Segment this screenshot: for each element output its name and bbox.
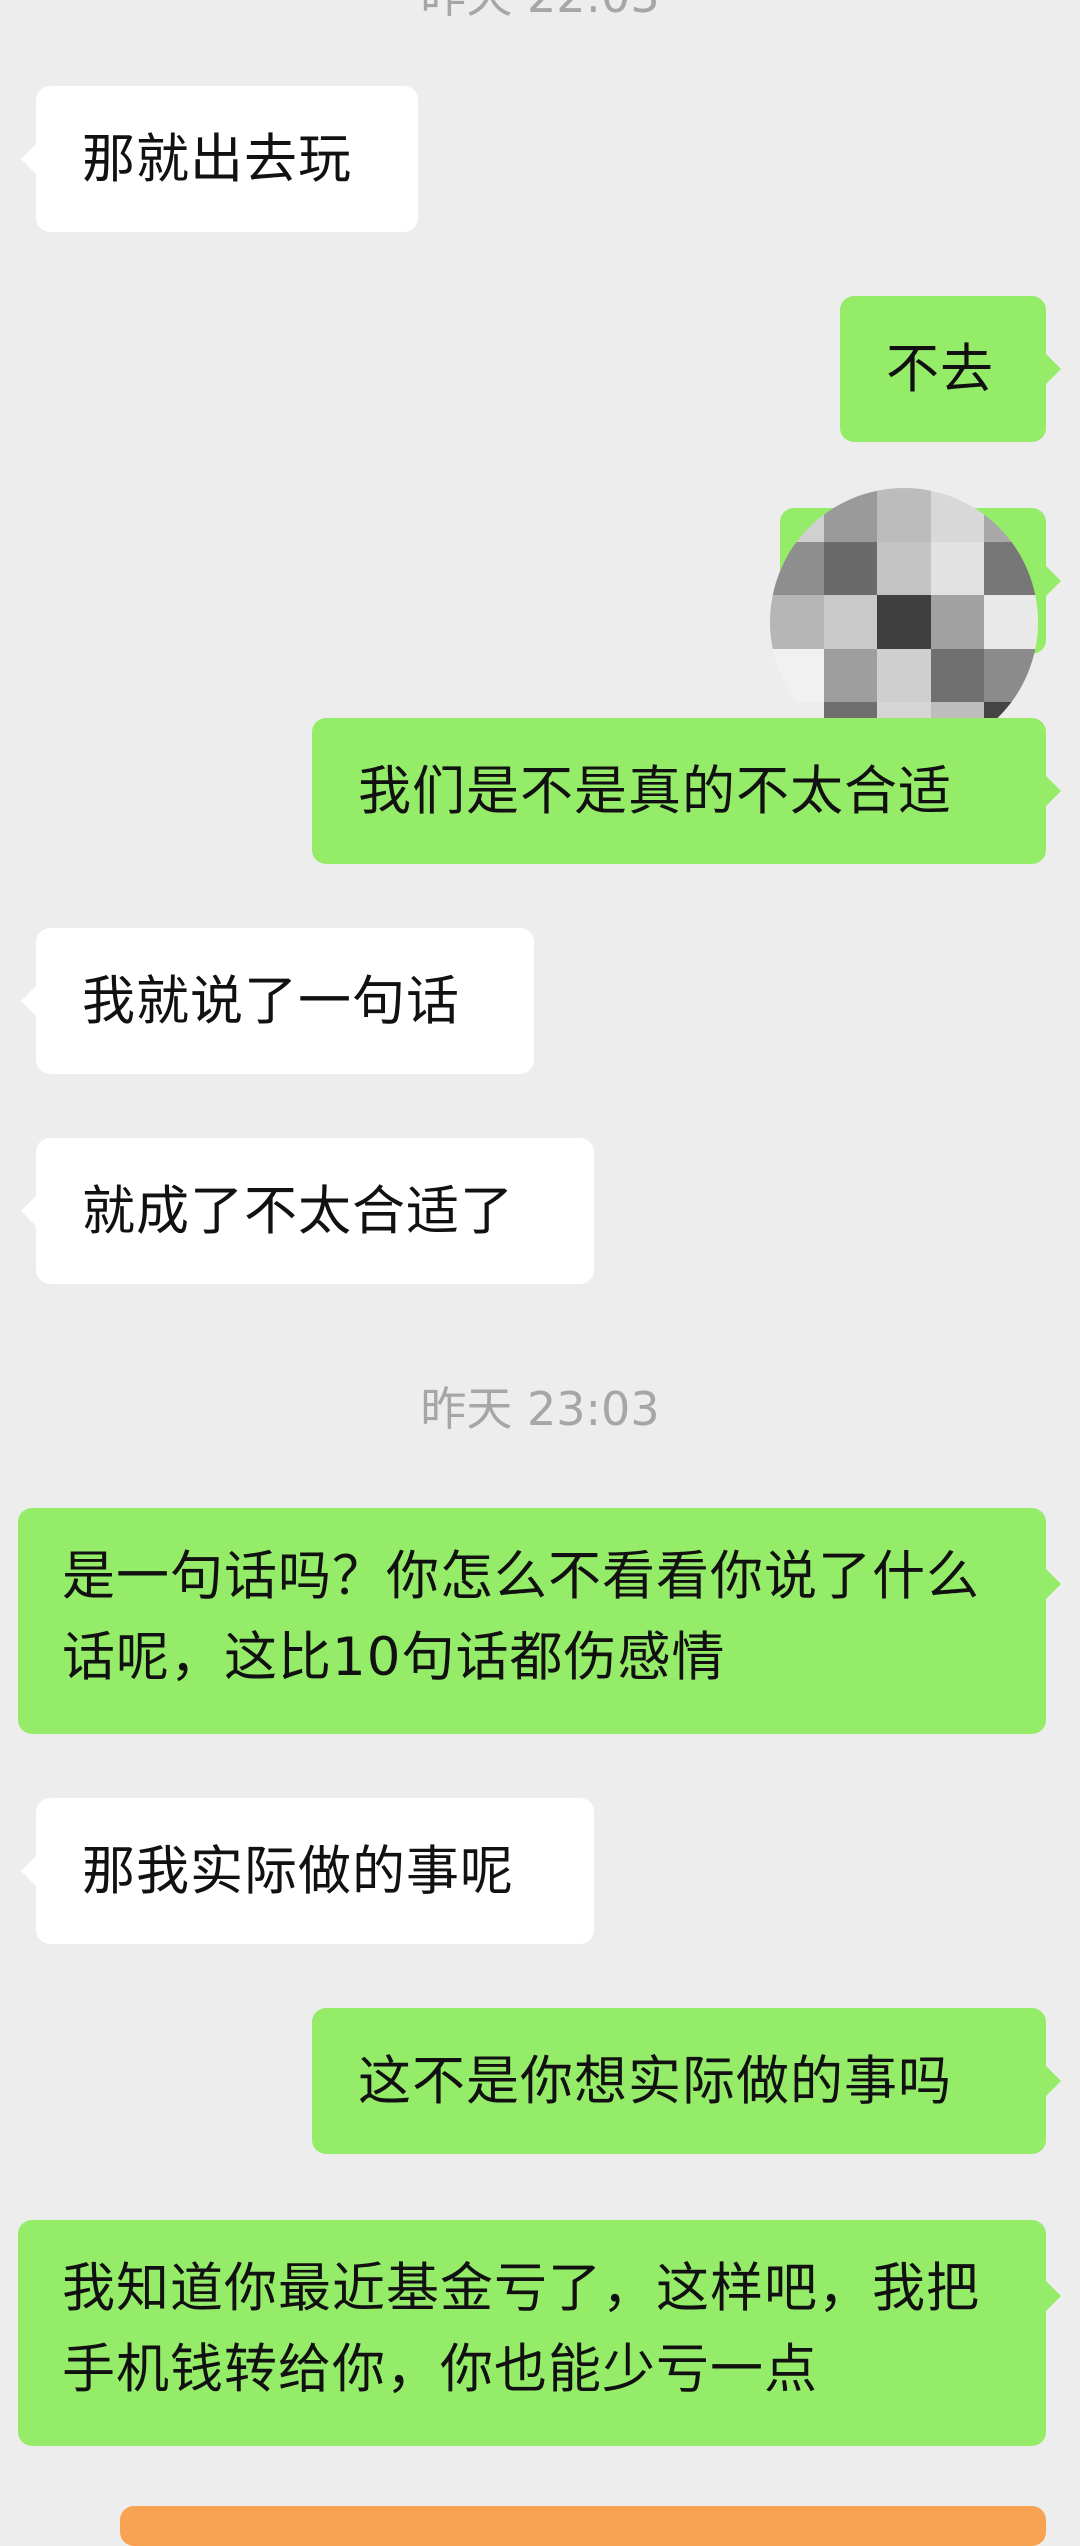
partial-card[interactable] — [120, 2506, 1046, 2546]
message-bubble-incoming[interactable]: 我就说了一句话 — [21, 928, 534, 1074]
message-text: 就成了不太合适了 — [82, 1180, 514, 1242]
message-bubble-outgoing[interactable]: 是一句话吗？你怎么不看看你说了什么话呢，这比10句话都伤感情 — [18, 1508, 1061, 1734]
message-bubble-outgoing[interactable]: 这不是你想实际做的事吗 — [312, 2008, 1061, 2154]
message-text: 是一句话吗？你怎么不看看你说了什么话呢，这比10句话都伤感情 — [62, 1546, 980, 1688]
message-bubble-incoming[interactable]: 就成了不太合适了 — [21, 1138, 594, 1284]
message-bubble-incoming[interactable]: 那我实际做的事呢 — [21, 1798, 594, 1944]
message-text: 我就说了一句话 — [82, 970, 460, 1032]
chat-message-list[interactable]: 昨天 22:03 那就出去玩 不去 我们是不是真的不太合适 我就说了一句话 就成… — [0, 0, 1080, 2546]
message-text: 我知道你最近基金亏了，这样吧，我把手机钱转给你，你也能少亏一点 — [62, 2258, 980, 2400]
censor-mosaic — [770, 488, 1038, 756]
timestamp: 昨天 22:03 — [0, 0, 1080, 26]
message-bubble-outgoing[interactable]: 我知道你最近基金亏了，这样吧，我把手机钱转给你，你也能少亏一点 — [18, 2220, 1061, 2446]
message-text: 那就出去玩 — [82, 128, 352, 190]
message-bubble-outgoing[interactable]: 我们是不是真的不太合适 — [312, 718, 1061, 864]
message-bubble-outgoing[interactable]: 不去 — [840, 296, 1061, 442]
message-text: 不去 — [886, 338, 994, 400]
message-bubble-incoming[interactable]: 那就出去玩 — [21, 86, 418, 232]
message-text: 那我实际做的事呢 — [82, 1840, 514, 1902]
message-text: 我们是不是真的不太合适 — [358, 760, 952, 822]
message-text: 这不是你想实际做的事吗 — [358, 2050, 952, 2112]
timestamp: 昨天 23:03 — [420, 1382, 660, 1436]
